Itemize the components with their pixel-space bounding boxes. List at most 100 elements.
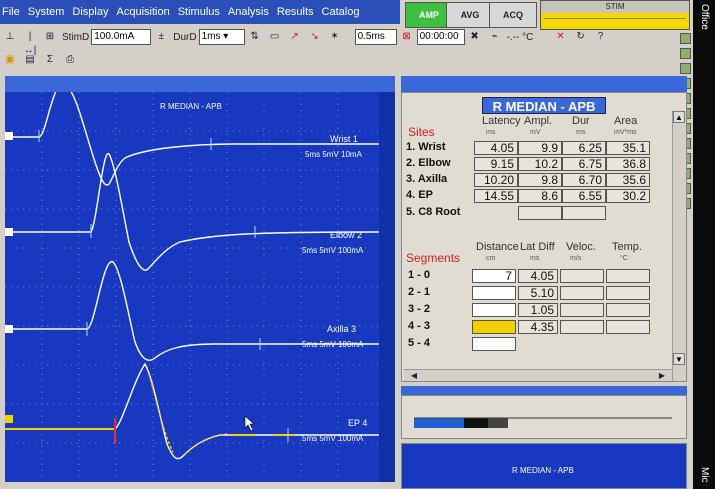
site-dur[interactable] — [562, 206, 606, 220]
site-dur[interactable]: 6.70 — [562, 173, 606, 187]
sensitivity-field[interactable]: 0.5ms — [354, 29, 397, 45]
timer-field: 00:00:00 — [416, 29, 465, 45]
segment-veloc[interactable] — [560, 269, 604, 283]
trace-name-elbow: Elbow 2 — [330, 230, 363, 240]
segment-veloc[interactable] — [560, 320, 604, 334]
trace-name-ep: EP 4 — [348, 418, 368, 428]
segment-distance[interactable] — [472, 286, 516, 300]
results-vscrollbar[interactable]: ▲ ▼ — [672, 111, 686, 381]
segment-latdiff[interactable]: 4.35 — [518, 320, 558, 334]
scroll-left-arrow-icon[interactable]: ◀ — [407, 369, 421, 383]
col-latency: Latency — [482, 115, 521, 127]
traces-panel: R MEDIAN - APB Wrist 1 5ms 5mV 10mA Elbo… — [5, 92, 379, 482]
channel-marker[interactable] — [5, 132, 13, 140]
menu-analysis[interactable]: Analysis — [228, 6, 269, 18]
segment-distance[interactable]: 7 — [472, 269, 516, 283]
stop-icon[interactable]: ✖ — [468, 30, 482, 44]
site-area[interactable]: 30.2 — [606, 189, 650, 203]
segments-heading: Segments — [406, 251, 461, 265]
site-dur[interactable]: 6.55 — [562, 189, 606, 203]
segment-latdiff[interactable]: 4.05 — [518, 269, 558, 283]
spin-icon[interactable]: ± — [154, 30, 168, 44]
site-latency[interactable]: 14.55 — [474, 189, 518, 203]
segment-veloc[interactable] — [560, 303, 604, 317]
segment-distance[interactable] — [472, 337, 516, 351]
site-dur[interactable]: 6.75 — [562, 157, 606, 171]
site-latency[interactable]: 9.15 — [474, 157, 518, 171]
office-app-icon[interactable] — [680, 63, 691, 74]
menu-stimulus[interactable]: Stimulus — [178, 6, 220, 18]
site-ampl[interactable]: 10.2 — [518, 157, 562, 171]
segment-temp[interactable] — [606, 286, 650, 300]
traces-scrollbar[interactable] — [379, 92, 395, 482]
site-dur[interactable]: 6.25 — [562, 141, 606, 155]
segment-temp[interactable] — [606, 303, 650, 317]
menu-system[interactable]: System — [28, 6, 65, 18]
dur-label: DurD — [173, 31, 197, 43]
segment-temp[interactable] — [606, 320, 650, 334]
printer-icon[interactable]: ⎙ — [63, 53, 77, 67]
avg-button[interactable]: AVG — [446, 2, 494, 28]
channel-marker[interactable] — [5, 325, 13, 333]
segment-label: 3 - 2 — [408, 303, 431, 315]
site-ampl[interactable]: 8.6 — [518, 189, 562, 203]
help-icon[interactable]: ? — [594, 30, 608, 44]
segment-distance[interactable] — [472, 303, 516, 317]
stim-intensity-field[interactable]: 100.0mA — [91, 29, 152, 45]
menu-acquisition[interactable]: Acquisition — [117, 6, 170, 18]
menu-results[interactable]: Results — [277, 6, 314, 18]
unit-ampl: mV — [530, 129, 541, 136]
segment-latdiff[interactable]: 1.05 — [518, 303, 558, 317]
bracket-icon[interactable]: |↔| — [23, 30, 37, 56]
unit-latdiff: ms — [530, 255, 540, 262]
menu-display[interactable]: Display — [72, 6, 108, 18]
timer-icon[interactable]: ⊠ — [400, 30, 414, 44]
site-label: 2. Elbow — [406, 157, 451, 169]
stim-level-bar — [544, 18, 686, 26]
site-area[interactable]: 36.8 — [606, 157, 650, 171]
chart-icon[interactable]: ▤ — [23, 53, 37, 67]
segment-latdiff[interactable]: 5.10 — [518, 286, 558, 300]
grid-icon[interactable]: ⊞ — [43, 30, 57, 44]
stim-down-icon[interactable]: ↘ — [308, 30, 322, 44]
unit-temp: °C — [620, 255, 628, 262]
site-ampl[interactable]: 9.8 — [518, 173, 562, 187]
site-latency[interactable]: 10.20 — [474, 173, 518, 187]
site-ampl[interactable]: 9.9 — [518, 141, 562, 155]
stim-arrow-icon[interactable]: ↗ — [288, 30, 302, 44]
site-latency[interactable]: 4.05 — [474, 141, 518, 155]
scroll-up-arrow-icon[interactable]: ▲ — [673, 111, 685, 123]
office-app-icon[interactable] — [680, 33, 691, 44]
site-area[interactable]: 35.6 — [606, 173, 650, 187]
folder-icon[interactable]: ▣ — [3, 53, 17, 67]
traces-panel-header — [5, 76, 395, 92]
site-area[interactable]: 35.1 — [606, 141, 650, 155]
site-ampl[interactable] — [518, 206, 562, 220]
scroll-track[interactable] — [673, 123, 686, 353]
channel-marker[interactable] — [5, 228, 13, 236]
marker-icon[interactable]: ⊥ — [3, 30, 17, 44]
menu-bar: File System Display Acquisition Stimulus… — [0, 0, 400, 24]
acq-button[interactable]: ACQ — [489, 2, 537, 28]
office-app-icon[interactable] — [680, 48, 691, 59]
results-hscrollbar[interactable]: ◀ ▶ — [404, 369, 672, 381]
segment-temp[interactable] — [606, 269, 650, 283]
unit-dur: ms — [576, 129, 586, 136]
scope-icon[interactable]: ▭ — [268, 30, 282, 44]
menu-file[interactable]: File — [2, 6, 20, 18]
duration-select[interactable]: 1ms ▾ — [198, 29, 245, 45]
temp-icon[interactable]: ⌁ — [488, 30, 502, 44]
trigger-icon[interactable]: ✶ — [328, 30, 342, 44]
segment-distance[interactable] — [472, 320, 516, 334]
menu-catalog[interactable]: Catalog — [322, 6, 360, 18]
office-bottom-label: Mic — [699, 467, 710, 483]
polarity-icon[interactable]: ⇅ — [248, 30, 262, 44]
channel-marker[interactable] — [5, 415, 13, 423]
close-icon[interactable]: ✕ — [554, 30, 568, 44]
segment-veloc[interactable] — [560, 286, 604, 300]
sigma-icon[interactable]: Σ — [43, 53, 57, 67]
scroll-down-arrow-icon[interactable]: ▼ — [673, 353, 685, 365]
office-sidebar: Office Mic — [693, 0, 715, 489]
scroll-right-arrow-icon[interactable]: ▶ — [655, 369, 669, 383]
refresh-icon[interactable]: ↻ — [574, 30, 588, 44]
